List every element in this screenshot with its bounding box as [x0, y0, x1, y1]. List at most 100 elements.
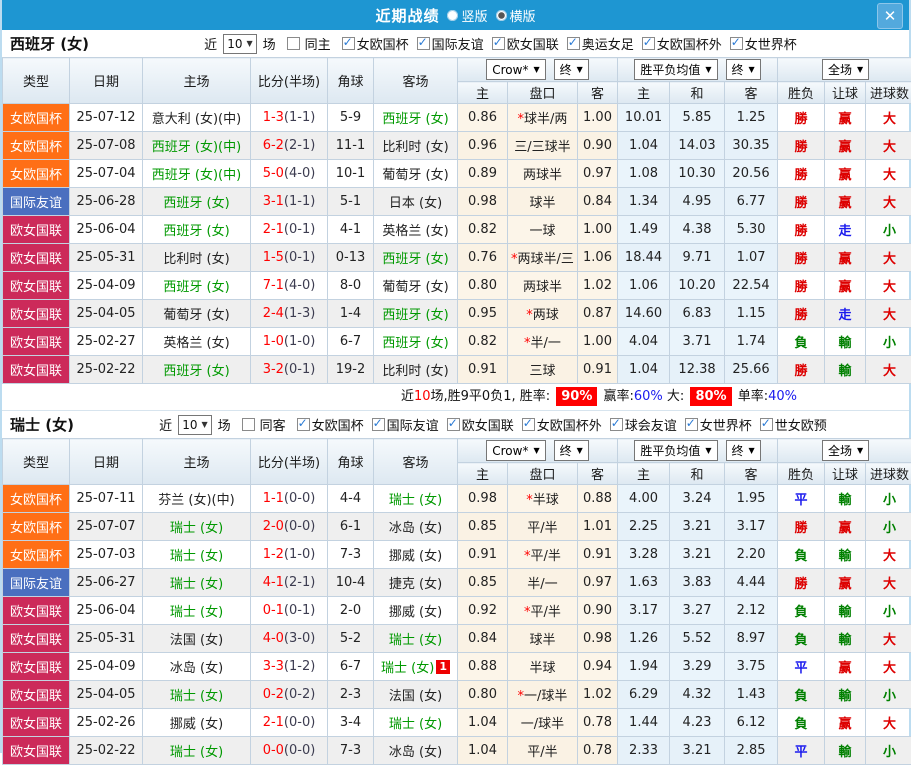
scope-dropdown[interactable]: 全场▼ [822, 440, 869, 461]
handicap-result-value: 輸 [825, 328, 866, 356]
avg-time-dropdown[interactable]: 终▼ [726, 59, 761, 80]
handicap-result-value: 輸 [825, 625, 866, 653]
odds-time-dropdown[interactable]: 终▼ [554, 59, 589, 80]
avg-draw-value: 3.21 [670, 541, 725, 569]
handicap-value: 平/半 [508, 737, 578, 765]
odds-home-value: 1.04 [458, 737, 508, 765]
avg-home-value: 4.04 [618, 328, 670, 356]
avg-away-value: 1.25 [725, 104, 778, 132]
same-venue-checkbox[interactable] [287, 37, 300, 50]
corner-count: 5-2 [328, 625, 374, 653]
avg-time-dropdown[interactable]: 终▼ [726, 440, 761, 461]
handicap-value: 两球半 [508, 272, 578, 300]
competition-label: 女欧国杯 [312, 415, 364, 434]
match-type-badge: 欧女国联 [3, 625, 70, 653]
avg-draw-value: 14.03 [670, 132, 725, 160]
check-icon: ✓ [373, 416, 383, 430]
handicap-value: 一/球半 [508, 709, 578, 737]
competition-checkbox[interactable]: ✓ [760, 418, 773, 431]
avg-away-value: 2.12 [725, 597, 778, 625]
avg-draw-header: 和 [670, 82, 725, 104]
dialog-title: 近期战绩 [375, 5, 439, 26]
handicap-result-value: 走 [825, 216, 866, 244]
odds-home-value: 0.80 [458, 681, 508, 709]
avg-draw-value: 5.85 [670, 104, 725, 132]
odds-home-value: 0.91 [458, 541, 508, 569]
match-type-badge: 欧女国联 [3, 737, 70, 765]
goals-header: 进球数 [866, 82, 911, 104]
match-score: 2-4(1-3) [251, 300, 328, 328]
away-team: 冰岛 (女) [374, 513, 458, 541]
home-team: 西班牙 (女)(中) [143, 132, 251, 160]
competition-checkbox[interactable]: ✓ [372, 418, 385, 431]
avg-away-value: 2.85 [725, 737, 778, 765]
match-row: 欧女国联25-02-22瑞士 (女)0-0(0-0)7-3冰岛 (女)1.04平… [3, 737, 911, 765]
halftime-score: (2-1) [284, 138, 315, 153]
match-row: 女欧国杯25-07-04西班牙 (女)(中)5-0(4-0)10-1葡萄牙 (女… [3, 160, 911, 188]
competition-checkbox[interactable]: ✓ [522, 418, 535, 431]
competition-checkbox[interactable]: ✓ [567, 37, 580, 50]
match-score: 0-2(0-2) [251, 681, 328, 709]
match-date: 25-04-05 [70, 300, 143, 328]
handicap-value: 三球 [508, 356, 578, 384]
handicap-result-value: 輸 [825, 597, 866, 625]
away-team: 英格兰 (女) [374, 216, 458, 244]
home-team: 瑞士 (女) [143, 513, 251, 541]
recent-count-select[interactable]: 10▼ [178, 415, 211, 435]
handicap-result-value: 赢 [825, 132, 866, 160]
match-date: 25-07-03 [70, 541, 143, 569]
dropdown-arrow-icon: ▼ [705, 65, 711, 74]
competition-checkbox[interactable]: ✓ [685, 418, 698, 431]
odds-home-value: 0.85 [458, 513, 508, 541]
avg-away-header: 客 [725, 463, 778, 485]
match-row: 欧女国联25-02-26挪威 (女)2-1(0-0)3-4瑞士 (女)1.04一… [3, 709, 911, 737]
summary-segment: 80% [690, 387, 731, 406]
competition-checkbox[interactable]: ✓ [297, 418, 310, 431]
corner-count: 6-7 [328, 328, 374, 356]
avg-draw-value: 4.23 [670, 709, 725, 737]
fulltime-score: 3-1 [263, 194, 284, 209]
competition-checkbox[interactable]: ✓ [642, 37, 655, 50]
handicap-value: 球半 [508, 188, 578, 216]
dropdown-arrow-icon: ▼ [577, 65, 583, 74]
avg-home-value: 18.44 [618, 244, 670, 272]
avg-away-value: 2.20 [725, 541, 778, 569]
close-button[interactable]: ✕ [877, 3, 903, 29]
home-team: 冰岛 (女) [143, 653, 251, 681]
avg-time-dropdown-value: 终 [732, 442, 744, 459]
competition-checkbox[interactable]: ✓ [730, 37, 743, 50]
handicap-result-value: 赢 [825, 709, 866, 737]
avg-away-value: 1.74 [725, 328, 778, 356]
away-team: 法国 (女) [374, 681, 458, 709]
radio-vertical-layout[interactable]: 竖版 [447, 6, 487, 25]
handicap-text: 一/球半 [524, 689, 567, 704]
match-type-badge: 欧女国联 [3, 653, 70, 681]
match-row: 欧女国联25-02-22西班牙 (女)3-2(0-1)19-2比利时 (女)0.… [3, 356, 911, 384]
odds-away-value: 0.90 [578, 132, 618, 160]
competition-checkbox[interactable]: ✓ [492, 37, 505, 50]
result-header: 胜负 [778, 82, 825, 104]
avg-type-dropdown[interactable]: 胜平负均值▼ [634, 440, 717, 461]
dropdown-arrow-icon: ▼ [533, 65, 539, 74]
avg-home-header: 主 [618, 82, 670, 104]
competition-checkbox[interactable]: ✓ [610, 418, 623, 431]
same-venue-checkbox[interactable] [242, 418, 255, 431]
radio-horizontal-layout[interactable]: 横版 [496, 6, 536, 25]
recent-count-select[interactable]: 10▼ [223, 34, 256, 54]
avg-type-dropdown[interactable]: 胜平负均值▼ [634, 59, 717, 80]
result-value: 勝 [778, 300, 825, 328]
avg-away-value: 8.97 [725, 625, 778, 653]
scope-dropdown[interactable]: 全场▼ [822, 59, 869, 80]
odds-source-dropdown-value: Crow* [492, 444, 528, 458]
odds-source-dropdown[interactable]: Crow*▼ [486, 59, 545, 80]
competition-checkbox[interactable]: ✓ [342, 37, 355, 50]
result-value: 平 [778, 653, 825, 681]
away-team: 比利时 (女) [374, 356, 458, 384]
odds-source-dropdown[interactable]: Crow*▼ [486, 440, 545, 461]
match-date: 25-06-27 [70, 569, 143, 597]
match-row: 欧女国联25-05-31比利时 (女)1-5(0-1)0-13西班牙 (女)0.… [3, 244, 911, 272]
odds-time-dropdown[interactable]: 终▼ [554, 440, 589, 461]
competition-checkbox[interactable]: ✓ [447, 418, 460, 431]
competition-checkbox[interactable]: ✓ [417, 37, 430, 50]
avg-draw-value: 12.38 [670, 356, 725, 384]
